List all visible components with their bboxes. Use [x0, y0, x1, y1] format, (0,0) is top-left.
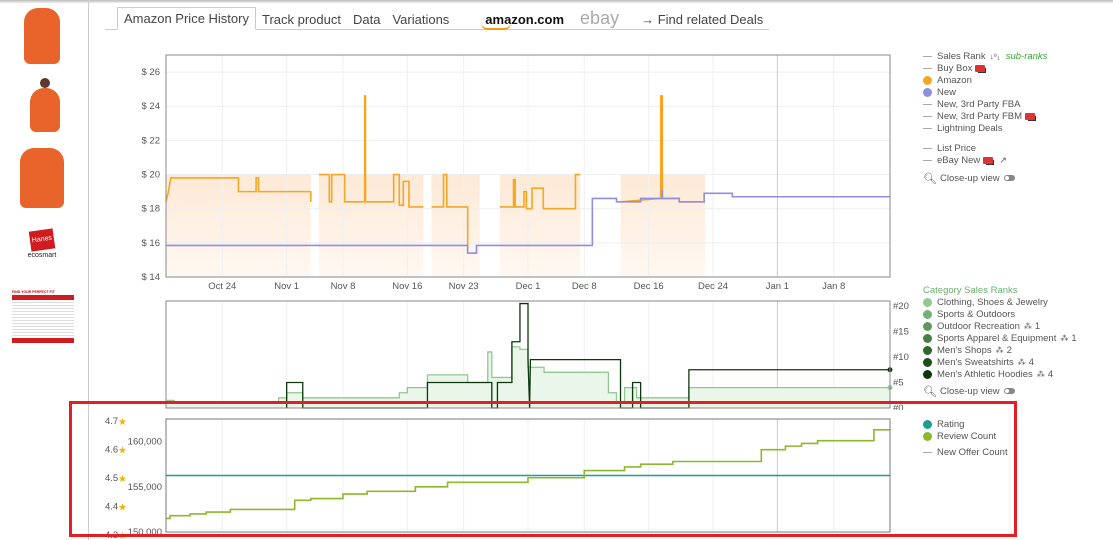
amazon-fill-area [499, 174, 581, 277]
y-tick-label: #15 [893, 327, 909, 338]
legend-amazon[interactable]: Amazon [923, 74, 1047, 86]
y-tick-label: $ 26 [142, 67, 161, 78]
rank-legend-item[interactable]: Clothing, Shoes & Jewelry [923, 296, 1077, 308]
amazon-smile-icon [481, 23, 512, 30]
legend-ebay-new[interactable]: eBay New ↗ [923, 154, 1047, 166]
legend-sales-rank[interactable]: Sales Rank ↓⁹₁ sub-ranks [923, 50, 1047, 62]
external-link-icon[interactable]: ↗ [999, 155, 1007, 166]
hanes-logo: Hanes [28, 228, 56, 252]
closeup-view-toggle[interactable]: 🔍︎ Close-up view [923, 172, 1047, 185]
top-shadow [0, 0, 1113, 3]
highlight-box [69, 401, 1017, 537]
y-tick-label: #20 [893, 301, 909, 312]
hierarchy-icon: ⁂ [995, 345, 1004, 355]
hierarchy-icon: ⁂ [1017, 357, 1026, 367]
tab-variations[interactable]: Variations [386, 9, 455, 30]
color-dot-icon [923, 345, 932, 355]
rank-legend-item[interactable]: Sports Apparel & Equipment ⁂ 1 [923, 332, 1077, 344]
amazon-fill-area [431, 174, 480, 277]
thumbnail-hoodie-back[interactable] [14, 8, 70, 68]
rank-legend-title: Category Sales Ranks [923, 284, 1018, 296]
rank-legend-item[interactable]: Men's Sweatshirts ⁂ 4 [923, 356, 1077, 368]
x-tick-label: Nov 8 [331, 281, 356, 292]
amazon-link[interactable]: amazon.com [479, 9, 570, 30]
thumbnail-size-chart[interactable]: FIND YOUR PERFECT FIT [12, 290, 74, 346]
sales-rank-chart[interactable]: #0#5#10#15#20 [100, 296, 920, 410]
toggle-icon[interactable] [1003, 175, 1015, 181]
legend-new-3rd-party-fba[interactable]: New, 3rd Party FBA [923, 98, 1047, 110]
y-tick-label: #10 [893, 352, 909, 363]
y-tick-label: $ 20 [142, 170, 161, 181]
tab-data[interactable]: Data [347, 9, 386, 30]
x-tick-label: Dec 8 [572, 281, 597, 292]
color-dot-icon [923, 309, 932, 319]
hierarchy-icon: ⁂ [1060, 333, 1069, 343]
tab-bar: Amazon Price History Track product Data … [105, 6, 770, 30]
color-dot-icon [923, 357, 932, 367]
x-tick-label: Dec 1 [516, 281, 541, 292]
rank-legend-item[interactable]: Men's Athletic Hoodies ⁂ 4 [923, 368, 1077, 380]
sort-icon[interactable]: ↓⁹₁ [990, 52, 1000, 61]
ecosmart-text: ecosmart [27, 252, 57, 259]
size-chart-title: FIND YOUR PERFECT FIT [12, 290, 55, 294]
truck-icon [1025, 112, 1035, 120]
color-dot-icon [923, 297, 932, 307]
price-legend: Sales Rank ↓⁹₁ sub-ranks Buy Box Amazon Ne… [923, 50, 1047, 185]
tab-track-product[interactable]: Track product [256, 9, 347, 30]
thumbnail-hanes-logo[interactable]: Hanes ecosmart [14, 228, 70, 266]
legend-new-3rd-party-fbm[interactable]: New, 3rd Party FBM [923, 110, 1047, 122]
y-tick-label: $ 22 [142, 135, 161, 146]
x-tick-label: Nov 1 [274, 281, 299, 292]
x-tick-label: Nov 16 [392, 281, 422, 292]
magnifier-icon: 🔍︎ [923, 172, 937, 185]
y-tick-label: $ 18 [142, 204, 161, 215]
truck-icon [983, 156, 994, 164]
legend-lightning-deals[interactable]: Lightning Deals [923, 122, 1047, 134]
y-tick-label: $ 14 [142, 272, 161, 283]
x-tick-label: Jan 8 [822, 281, 845, 292]
y-tick-label: $ 24 [142, 101, 161, 112]
rank-legend: Category Sales Ranks Clothing, Shoes & J… [923, 284, 1077, 398]
tab-amazon-price-history[interactable]: Amazon Price History [117, 7, 256, 30]
x-tick-label: Nov 23 [449, 281, 479, 292]
rank-legend-item[interactable]: Outdoor Recreation ⁂ 1 [923, 320, 1077, 332]
ebay-link[interactable]: ebay [574, 6, 625, 30]
color-dot-icon [923, 321, 932, 331]
find-related-deals-link[interactable]: → Find related Deals [635, 9, 769, 30]
legend-buy-box[interactable]: Buy Box [923, 62, 1047, 74]
x-tick-label: Dec 24 [698, 281, 728, 292]
y-tick-label: #5 [893, 378, 904, 389]
rank-closeup-view-toggle[interactable]: 🔍︎ Close-up view [923, 385, 1077, 398]
rank-legend-item[interactable]: Sports & Outdoors [923, 308, 1077, 320]
thumbnail-hoodie-front[interactable] [14, 148, 70, 210]
x-tick-label: Jan 1 [766, 281, 789, 292]
color-dot-icon [923, 369, 932, 379]
hierarchy-icon: ⁂ [1023, 321, 1032, 331]
x-tick-label: Oct 24 [208, 281, 236, 292]
rank-legend-item[interactable]: Men's Shops ⁂ 2 [923, 344, 1077, 356]
price-history-chart[interactable]: Oct 24 Nov 1 Nov 8 Nov 16 Nov 23 Dec 1 Dec 8 De… [100, 50, 900, 295]
sub-ranks-link[interactable]: sub-ranks [1006, 51, 1048, 62]
y-tick-label: $ 16 [142, 238, 161, 249]
hierarchy-icon: ⁂ [1036, 369, 1045, 379]
color-dot-icon [923, 333, 932, 343]
legend-new[interactable]: New [923, 86, 1047, 98]
thumbnail-hoodie-model[interactable] [14, 78, 70, 140]
toggle-icon[interactable] [1003, 388, 1015, 394]
magnifier-icon: 🔍︎ [923, 385, 937, 398]
legend-list-price[interactable]: List Price [923, 142, 1047, 154]
x-tick-label: Dec 16 [634, 281, 664, 292]
truck-icon [975, 64, 986, 72]
